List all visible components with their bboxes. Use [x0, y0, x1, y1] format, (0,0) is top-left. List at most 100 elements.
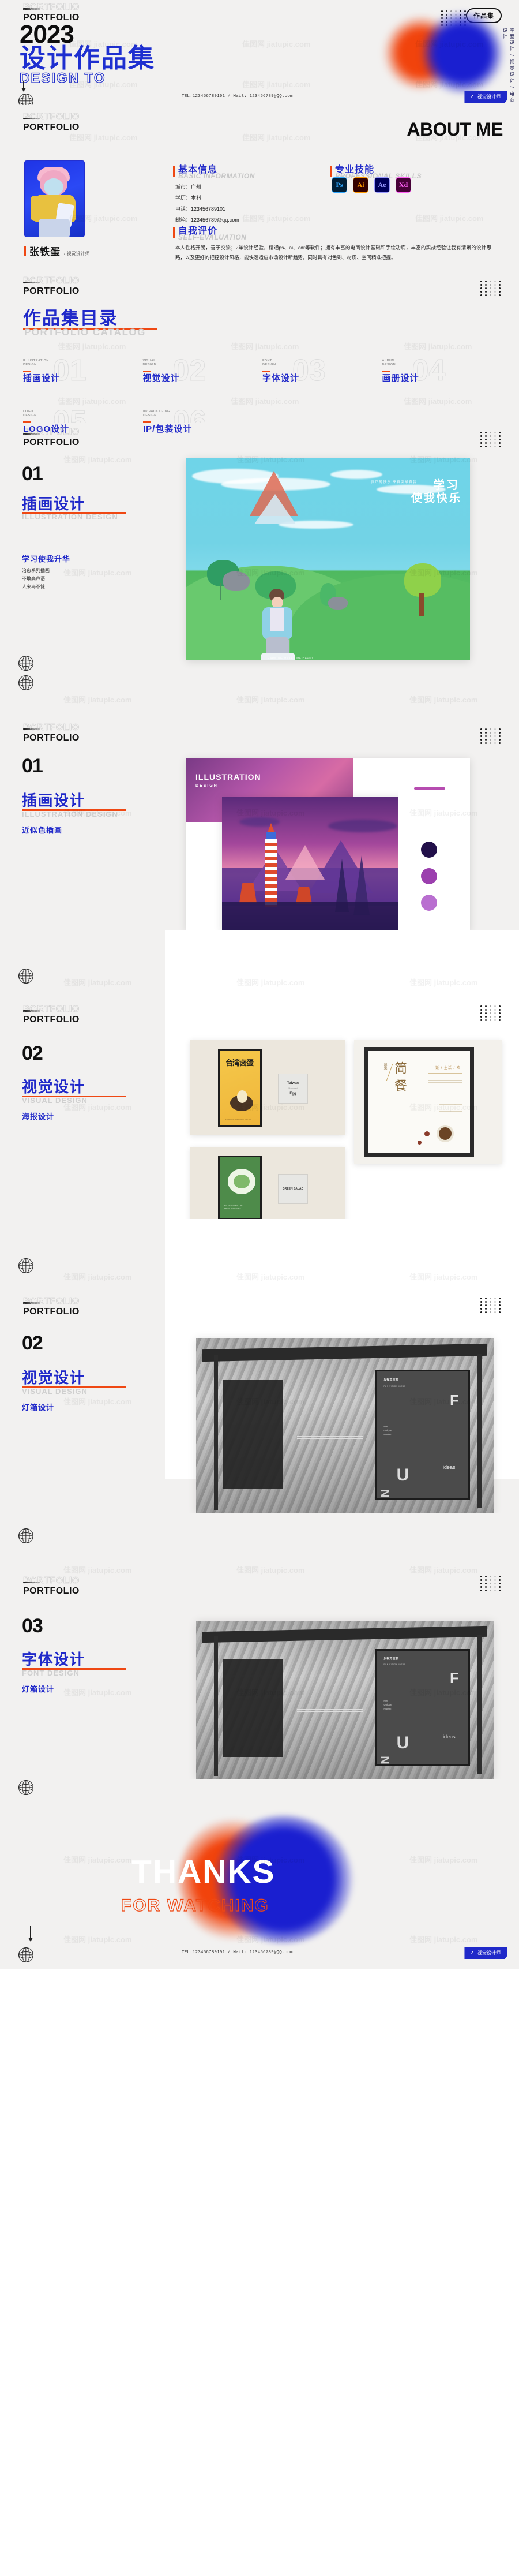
- dot-grid-decoration: [480, 1005, 501, 1021]
- color-swatch: [421, 868, 437, 884]
- scroll-down-arrow-icon: [21, 81, 25, 92]
- dot-grid-decoration: [480, 281, 501, 296]
- watermark: 佳图网 jiatupic.com: [63, 569, 132, 577]
- dot-grid-decoration: [480, 728, 501, 744]
- watermark: 佳图网 jiatupic.com: [63, 1688, 132, 1697]
- artwork-card-title: ILLUSTRATION: [195, 772, 261, 782]
- lightbox-word: ideas: [442, 1464, 456, 1470]
- hero-cta-button[interactable]: ↗ 视觉设计师: [464, 91, 507, 103]
- catalog-title: 作品集目录 PORTFOLIO CATALOG: [23, 308, 157, 338]
- project-section-4: PORTFOLIO PORTFOLIO 02 视觉设计 VISUAL DESIG…: [0, 1219, 519, 1513]
- bullet-item: 治愈系列插画: [22, 568, 50, 573]
- lightbox-letter-u: U: [396, 1733, 409, 1753]
- catalog-item-label-cn: 视觉设计: [142, 373, 180, 383]
- catalog-item-label-en: FONT DESIGN: [262, 359, 276, 367]
- about-title: ABOUT ME: [407, 119, 503, 140]
- portfolio-logo: PORTFOLIO PORTFOLIO: [23, 112, 80, 132]
- lightbox-photo-mock: 反视觉创意 FUN VISION IDEAS F For Unique Notion…: [196, 1621, 494, 1779]
- project-section-1: PORTFOLIO PORTFOLIO 01 插画设计 ILLUSTRATION…: [0, 423, 519, 671]
- catalog-item-label-en: VISUAL DESIGN: [142, 359, 156, 367]
- thanks-section: THANKS FOR WATCHING TEL:123456789101 / M…: [0, 1779, 519, 1969]
- lightbox-word: ideas: [442, 1733, 456, 1740]
- project-artwork-illustration: 真正的快乐 来自突破自我 学习 使我快乐 LEARNING MAKES ME H…: [186, 458, 470, 660]
- catalog-item-label-en: ALBUM DESIGN: [382, 359, 396, 367]
- artwork-card-sub: DESIGN: [195, 784, 218, 788]
- watermark: 佳图网 jiatupic.com: [63, 1856, 132, 1864]
- catalog-row: 01 ILLUSTRATION DESIGN 插画设计 02 VISUAL DE…: [23, 356, 502, 392]
- portfolio-page: PORTFOLIO PORTFOLIO 作品集 2023 设计作品集 DESIG…: [0, 0, 519, 1969]
- project-subtitle: 近似色插画: [22, 826, 63, 835]
- lightbox-lines: For Unique Notion: [383, 1425, 392, 1436]
- project-section-5: PORTFOLIO PORTFOLIO 03 字体设计 FONT DESIGN …: [0, 1513, 519, 1779]
- portfolio-wordmark-ghost: PORTFOLIO: [23, 1296, 80, 1306]
- catalog-item-label-en: LOGO DESIGN: [23, 410, 37, 417]
- lightbox-title-cn: 反视觉创意: [383, 1378, 398, 1382]
- project-title-cn: 视觉设计: [22, 1078, 86, 1096]
- watermark: 佳图网 jiatupic.com: [409, 1566, 478, 1575]
- logo-dash: [23, 1302, 40, 1304]
- project-title-en: FONT DESIGN: [22, 1669, 80, 1677]
- accent-bar: [24, 246, 26, 256]
- portfolio-wordmark: PORTFOLIO: [23, 286, 80, 296]
- photoshop-icon: Ps: [332, 177, 347, 193]
- catalog-title-cn: 作品集目录: [23, 308, 118, 328]
- portfolio-wordmark-ghost: PORTFOLIO: [23, 276, 80, 286]
- menu-title-cn: 简餐: [393, 1061, 407, 1096]
- portfolio-logo: PORTFOLIO PORTFOLIO: [23, 1004, 80, 1025]
- watermark: 佳图网 jiatupic.com: [63, 1397, 132, 1406]
- watermark: 佳图网 jiatupic.com: [409, 1935, 478, 1944]
- globe-icon: [18, 1947, 33, 1962]
- portfolio-logo: PORTFOLIO PORTFOLIO: [23, 427, 80, 447]
- arrow-up-right-icon: ↗: [469, 94, 474, 99]
- watermark: 佳图网 jiatupic.com: [242, 80, 311, 89]
- color-swatch: [421, 842, 437, 858]
- catalog-title-en: PORTFOLIO CATALOG: [24, 327, 146, 338]
- watermark: 佳图网 jiatupic.com: [63, 455, 132, 464]
- avatar: [24, 160, 85, 237]
- arrow-up-right-icon: ↗: [469, 1950, 474, 1956]
- thanks-cta-button[interactable]: ↗ 视觉设计师: [464, 1947, 507, 1959]
- blue-blob: [422, 13, 503, 94]
- catalog-item-label-cn: 插画设计: [23, 373, 61, 383]
- artwork-swatch-panel: [398, 772, 470, 932]
- adobe-xd-icon: Xd: [396, 177, 411, 193]
- accent-bar: [173, 166, 175, 177]
- catalog-section: PORTFOLIO PORTFOLIO 作品集目录 PORTFOLIO CATA…: [0, 271, 519, 437]
- lightbox-title-cn: 反视觉创意: [383, 1657, 398, 1661]
- globe-icon: [18, 1258, 33, 1273]
- plate-line-1: Taiwan: [287, 1082, 299, 1085]
- dot-grid-decoration: [480, 1576, 501, 1591]
- watermark: 佳图网 jiatupic.com: [63, 1566, 132, 1575]
- project-number: 03: [22, 1615, 43, 1637]
- portfolio-logo: PORTFOLIO PORTFOLIO: [23, 1296, 80, 1317]
- watermark: 佳图网 jiatupic.com: [409, 696, 478, 704]
- plate-line-2: Marinated: [288, 1087, 298, 1090]
- watermark: 佳图网 jiatupic.com: [409, 1856, 478, 1864]
- portfolio-wordmark: PORTFOLIO: [23, 1307, 80, 1317]
- portfolio-logo: PORTFOLIO PORTFOLIO: [23, 1576, 80, 1596]
- menu-small-cn: 预见: [383, 1063, 386, 1070]
- portfolio-logo: PORTFOLIO PORTFOLIO: [23, 276, 80, 296]
- lightbox-title-en: FUN VISION IDEAS: [383, 1385, 406, 1388]
- poster-mock-menu: 预见 简餐 饭 / 生活 / 欢: [354, 1040, 502, 1164]
- catalog-item-01[interactable]: 01 ILLUSTRATION DESIGN 插画设计: [23, 356, 143, 392]
- accent-dash: [414, 787, 445, 790]
- catalog-item-03[interactable]: 03 FONT DESIGN 字体设计: [262, 356, 382, 392]
- accent-tick: [382, 371, 390, 372]
- catalog-item-04[interactable]: 04 ALBUM DESIGN 画册设计: [382, 356, 502, 392]
- catalog-item-02[interactable]: 02 VISUAL DESIGN 视觉设计: [142, 356, 263, 392]
- portfolio-wordmark: PORTFOLIO: [23, 122, 80, 132]
- portfolio-wordmark: PORTFOLIO: [23, 733, 80, 743]
- project-title-en: VISUAL DESIGN: [22, 1387, 88, 1396]
- project-subtitle: 灯箱设计: [22, 1403, 55, 1412]
- lightbox-letter-n: N: [378, 1756, 391, 1764]
- watermark: 佳图网 jiatupic.com: [242, 214, 311, 223]
- lightbox-photo-mock: 反视觉创意 FUN VISION IDEAS F For Unique Notion…: [196, 1338, 494, 1513]
- project-bullets: 治愈系列插画 不敢高声语 人来鸟不惊: [22, 567, 50, 591]
- project-title-cn: 字体设计: [22, 1651, 86, 1668]
- project-subtitle: 学习使我升华: [22, 555, 71, 563]
- watermark: 佳图网 jiatupic.com: [63, 1273, 132, 1281]
- evaluation-heading-en: SELF-EVALUATION: [178, 233, 247, 241]
- artwork-headline-2: 使我快乐: [411, 492, 462, 504]
- artwork-caption: LEARNING MAKES ME HAPPY: [265, 657, 314, 660]
